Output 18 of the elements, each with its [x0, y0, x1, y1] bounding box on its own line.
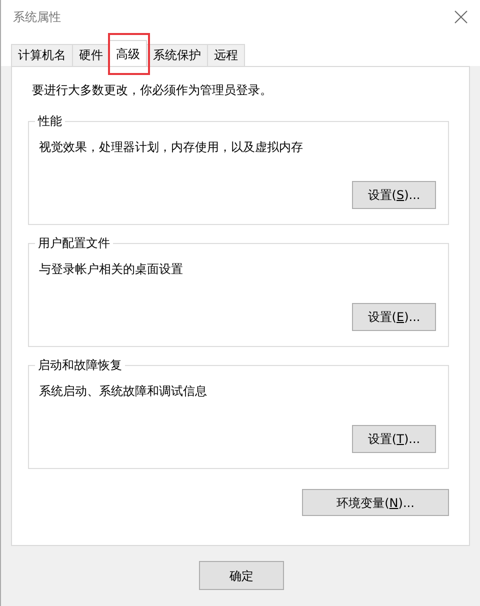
environment-variables-button[interactable]: 环境变量(N)...: [302, 489, 449, 516]
group-title: 用户配置文件: [35, 236, 113, 250]
window-title: 系统属性: [13, 9, 61, 26]
tab[interactable]: 计算机名: [11, 44, 73, 66]
close-icon[interactable]: [454, 10, 468, 24]
ok-button[interactable]: 确定: [199, 561, 284, 590]
notice-text: 要进行大多数更改，你必须作为管理员登录。: [32, 82, 273, 99]
group-description: 与登录帐户相关的桌面设置: [39, 261, 184, 278]
group-description: 系统启动、系统故障和调试信息: [39, 383, 208, 400]
tab[interactable]: 远程: [207, 44, 245, 66]
settings-button[interactable]: 设置(S)...: [352, 181, 436, 209]
tab[interactable]: 硬件: [72, 44, 110, 66]
group-description: 视觉效果，处理器计划，内存使用，以及虚拟内存: [39, 139, 304, 156]
tab[interactable]: 系统保护: [146, 44, 208, 66]
group-title: 启动和故障恢复: [35, 358, 125, 372]
group-title: 性能: [35, 114, 65, 128]
settings-button[interactable]: 设置(T)...: [352, 425, 436, 453]
settings-button[interactable]: 设置(E)...: [352, 303, 436, 331]
